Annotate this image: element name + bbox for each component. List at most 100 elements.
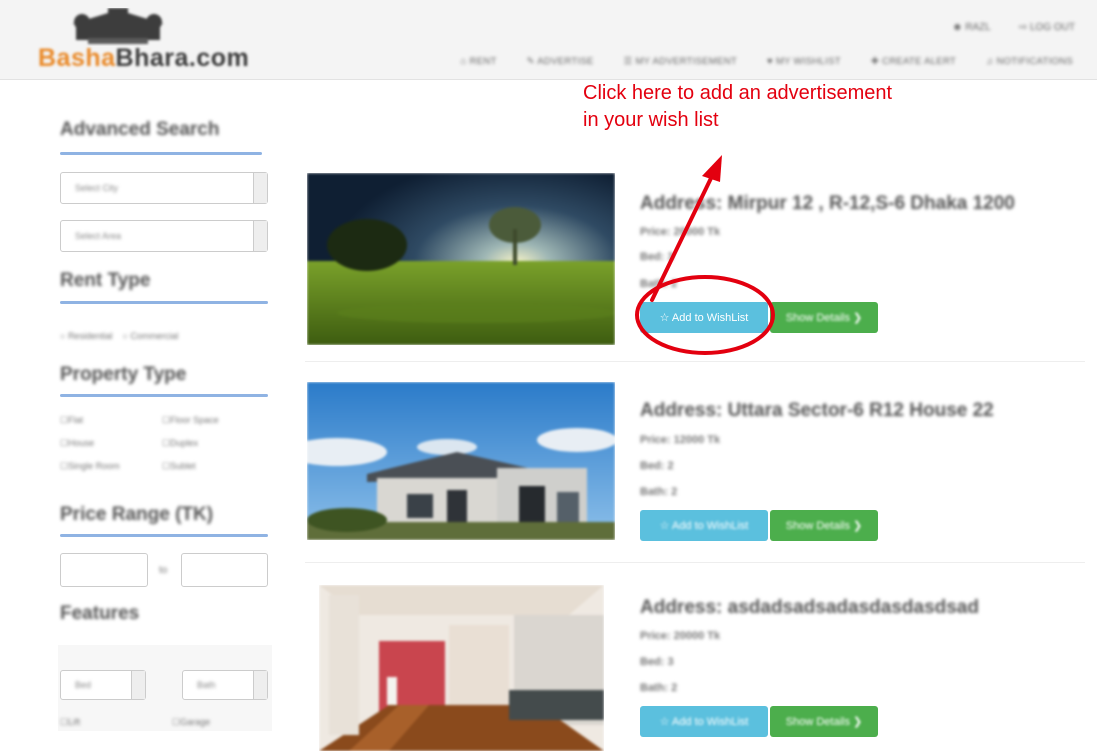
add-to-wishlist-label: ☆ Add to WishList [659, 520, 749, 532]
chevron-down-icon [253, 671, 267, 699]
checkbox-duplex[interactable]: ☐Duplex [162, 438, 198, 449]
listing-photo-landscape[interactable] [307, 173, 615, 345]
bath-select[interactable]: Bath [182, 670, 268, 700]
listing-divider [305, 562, 1085, 563]
checkbox-flat[interactable]: ☐Flat [60, 415, 83, 426]
listing-bath: Bath: 2 [640, 682, 678, 694]
plus-icon: ✚ [870, 56, 880, 67]
city-select-value: Select City [75, 183, 119, 193]
menu-my-wishlist-label: MY WISHLIST [775, 56, 841, 67]
checkbox-sublet-label: Sublet [170, 461, 196, 471]
user-icon: ☻ [951, 22, 963, 33]
chevron-down-icon [131, 671, 145, 699]
home-icon: ⌂ [460, 56, 467, 67]
list-icon: ☰ [623, 56, 633, 67]
bed-select-value: Bed [75, 680, 92, 690]
show-details-button[interactable]: Show Details ❯ [770, 510, 878, 541]
radio-commercial[interactable]: ○ Commercial [122, 331, 178, 341]
user-name: RAZL [965, 22, 991, 33]
city-select[interactable]: Select City [60, 172, 268, 204]
listing-card: Address: asdadsadsadasdasdasdsad Price: … [305, 585, 1085, 751]
rent-type-heading: Rent Type [60, 270, 151, 291]
chevron-down-icon [253, 173, 267, 203]
annotation-callout: Click here to add an advertisement in yo… [583, 80, 892, 134]
radio-residential-label: Residential [67, 331, 113, 341]
menu-my-wishlist[interactable]: ♥ MY WISHLIST [767, 56, 841, 67]
show-details-button[interactable]: Show Details ❯ [770, 302, 878, 333]
show-details-label: Show Details ❯ [785, 716, 863, 728]
checkbox-single-room-label: Single Room [68, 461, 120, 471]
menu-rent[interactable]: ⌂ RENT [461, 56, 497, 67]
checkbox-garage-label: Garage [180, 717, 211, 727]
show-details-button[interactable]: Show Details ❯ [770, 706, 878, 737]
bell-icon: ♫ [986, 56, 994, 67]
listing-address: Address: Mirpur 12 , R-12,S-6 Dhaka 1200 [640, 193, 1015, 214]
menu-advertise[interactable]: ✎ ADVERTISE [527, 56, 594, 67]
listing-address: Address: asdadsadsadasdasdasdsad [640, 597, 979, 618]
menu-create-alert[interactable]: ✚ CREATE ALERT [871, 56, 956, 67]
interior-photo [319, 585, 604, 751]
listing-address: Address: Uttara Sector-6 R12 House 22 [640, 400, 994, 421]
bed-select[interactable]: Bed [60, 670, 146, 700]
menu-my-advertisement[interactable]: ☰ MY ADVERTISEMENT [624, 56, 737, 67]
area-select[interactable]: Select Area [60, 220, 268, 252]
property-type-heading: Property Type [60, 364, 187, 385]
listing-card: Address: Mirpur 12 , R-12,S-6 Dhaka 1200… [305, 173, 1085, 363]
page-root: BashaBhara.com ☻ RAZL ⇨ LOG OUT ⌂ RENT ✎… [0, 0, 1097, 751]
bath-select-value: Bath [197, 680, 216, 690]
listing-bath: Bath: 2 [640, 486, 678, 498]
features-heading: Features [60, 603, 140, 624]
listing-price: Price: 12000 Tk [640, 434, 721, 446]
checkbox-sublet[interactable]: ☐Sublet [162, 461, 196, 472]
search-sidebar: Advanced Search Select City Select Area … [58, 115, 272, 751]
site-logo[interactable]: BashaBhara.com [38, 8, 249, 74]
listing-price: Price: 20000 Tk [640, 226, 721, 238]
add-to-wishlist-button[interactable]: ☆ Add to WishList [640, 302, 768, 333]
radio-residential[interactable]: ○ Residential [60, 331, 112, 341]
main-menu: ⌂ RENT ✎ ADVERTISE ☰ MY ADVERTISEMENT ♥ … [461, 56, 1073, 67]
max-price-input[interactable] [181, 553, 268, 587]
price-range-heading: Price Range (TK) [60, 504, 214, 525]
user-link[interactable]: ☻ RAZL [952, 22, 991, 33]
annotation-line-1: Click here to add an advertisement [583, 82, 893, 104]
pencil-icon: ✎ [526, 56, 535, 67]
min-price-input[interactable] [60, 553, 148, 587]
heading-underline [60, 394, 268, 397]
checkbox-house[interactable]: ☐House [60, 438, 94, 449]
add-to-wishlist-button[interactable]: ☆ Add to WishList [640, 706, 768, 737]
annotation-line-2: in your wish list [583, 109, 719, 131]
rent-type-options: ○ Residential ○ Commercial [60, 331, 178, 341]
checkbox-lift-label: Lift [68, 717, 81, 727]
checkbox-garage[interactable]: ☐Garage [172, 717, 210, 728]
add-to-wishlist-button[interactable]: ☆ Add to WishList [640, 510, 768, 541]
show-details-label: Show Details ❯ [785, 312, 863, 324]
show-details-label: Show Details ❯ [785, 520, 863, 532]
menu-notifications-label: NOTIFICATIONS [996, 56, 1073, 67]
price-to-label: to [159, 565, 168, 576]
checkbox-flat-label: Flat [68, 415, 84, 425]
house-logo-icon [72, 8, 164, 44]
listing-divider [305, 361, 1085, 362]
listing-bed: Bed: 2 [640, 460, 674, 472]
checkbox-floor-space[interactable]: ☐Floor Space [162, 415, 219, 426]
checkbox-duplex-label: Duplex [170, 438, 199, 448]
listing-price: Price: 20000 Tk [640, 630, 721, 642]
heading-underline [60, 534, 268, 537]
menu-advertise-label: ADVERTISE [537, 56, 594, 67]
menu-notifications[interactable]: ♫ NOTIFICATIONS [986, 56, 1073, 67]
listing-card: Address: Uttara Sector-6 R12 House 22 Pr… [305, 382, 1085, 572]
user-links: ☻ RAZL ⇨ LOG OUT [952, 22, 1075, 33]
checkbox-floor-space-label: Floor Space [170, 415, 219, 425]
add-to-wishlist-label: ☆ Add to WishList [659, 312, 749, 324]
menu-my-advertisement-label: MY ADVERTISEMENT [635, 56, 738, 67]
listing-bath: Bath: 2 [640, 278, 678, 290]
heading-underline [60, 152, 262, 155]
logo-text-part1: Basha [38, 44, 116, 72]
listing-photo-house[interactable] [307, 382, 615, 540]
heading-underline [60, 301, 268, 304]
add-to-wishlist-label: ☆ Add to WishList [659, 716, 749, 728]
checkbox-single-room[interactable]: ☐Single Room [60, 461, 120, 472]
checkbox-lift[interactable]: ☐Lift [60, 717, 80, 728]
logout-link[interactable]: ⇨ LOG OUT [1019, 22, 1075, 33]
listing-photo-interior[interactable] [319, 585, 604, 751]
